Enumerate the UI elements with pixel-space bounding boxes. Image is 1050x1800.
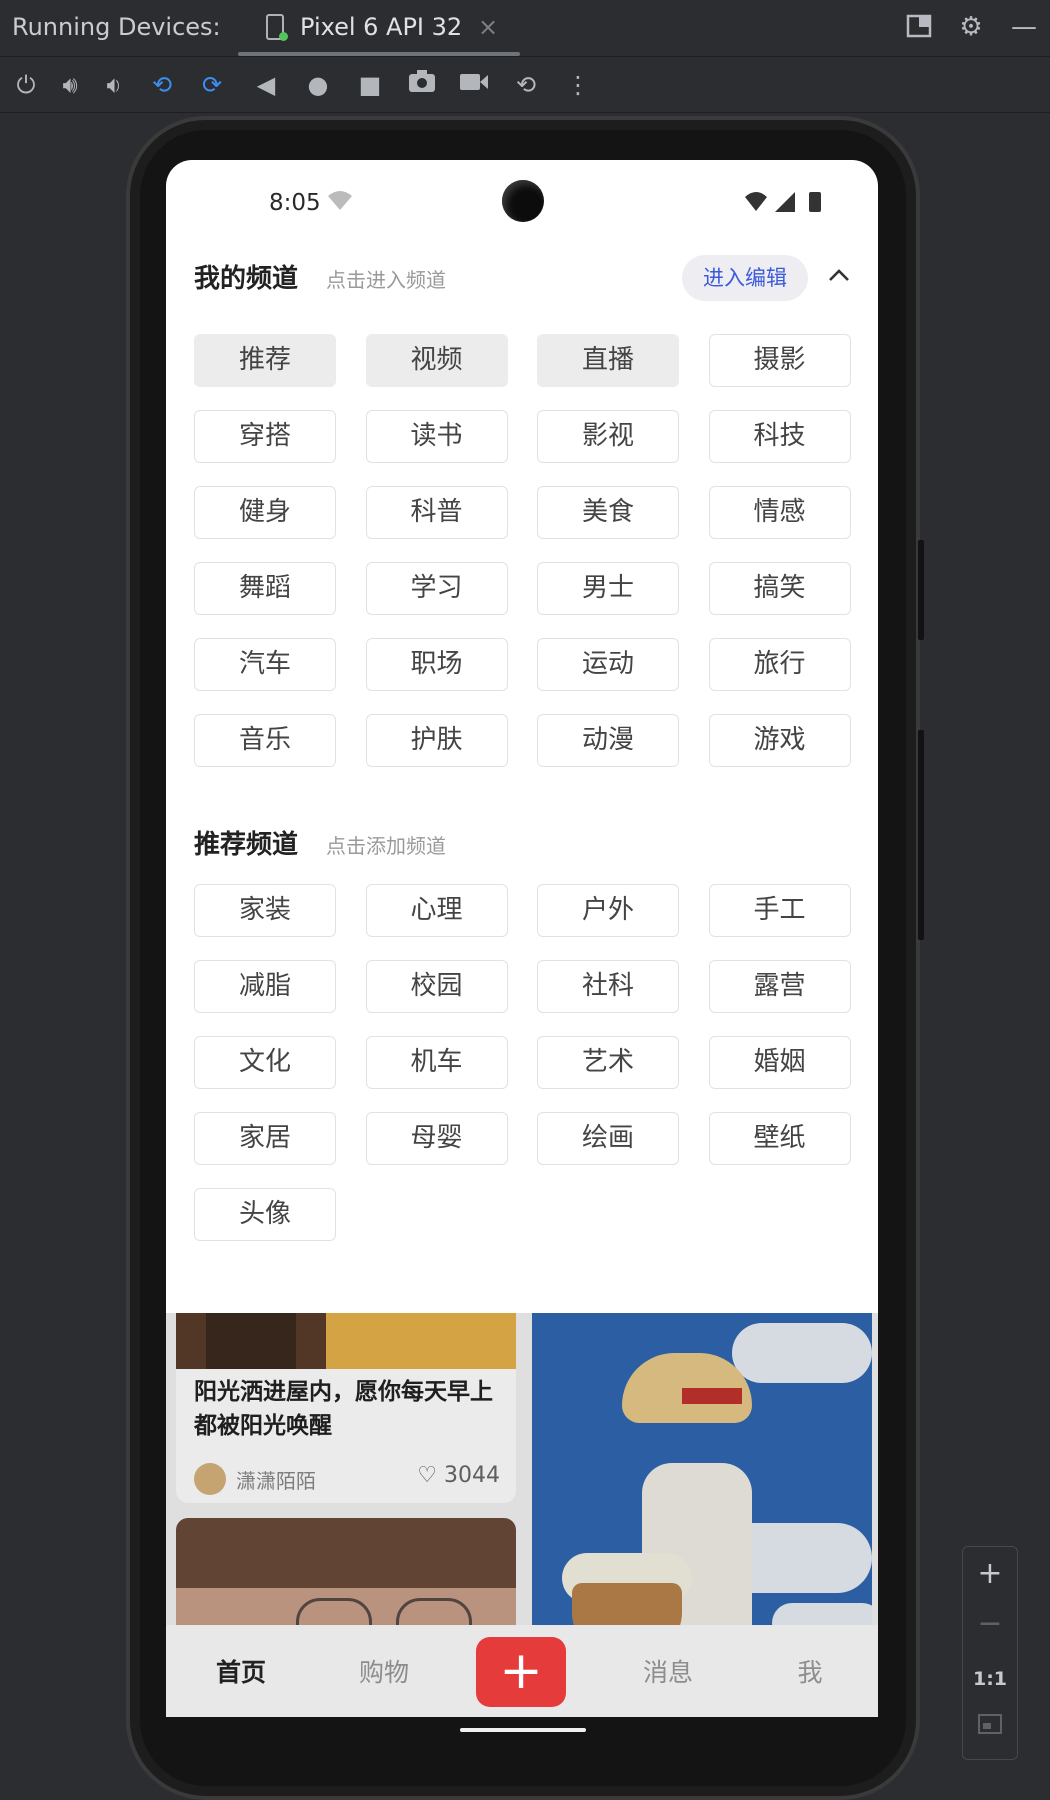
tab-underline — [238, 52, 520, 56]
recommended-channel-chip[interactable]: 户外 — [537, 884, 679, 937]
my-channel-chip[interactable]: 游戏 — [708, 714, 851, 767]
recommended-channels-hint: 点击添加频道 — [326, 834, 446, 858]
power-icon[interactable]: ⏻ — [10, 69, 42, 101]
tab-close-icon[interactable]: × — [478, 13, 498, 41]
enter-edit-button[interactable]: 进入编辑 — [682, 255, 808, 301]
my-channel-chip[interactable]: 职场 — [365, 638, 508, 691]
recommended-channel-chip[interactable]: 头像 — [194, 1188, 336, 1241]
my-channel-chip[interactable]: 学习 — [365, 562, 508, 615]
nav-home[interactable]: 首页 — [191, 1653, 291, 1689]
device-icon — [266, 14, 288, 41]
nav-me[interactable]: 我 — [760, 1653, 860, 1689]
my-channel-chip[interactable]: 男士 — [537, 562, 679, 615]
my-channel-chip[interactable]: 健身 — [194, 486, 336, 539]
my-channel-chip[interactable]: 情感 — [708, 486, 851, 539]
status-time: 8:05 — [269, 190, 321, 216]
recommended-channel-chip[interactable]: 文化 — [194, 1036, 336, 1089]
recommended-channel-chip[interactable]: 心理 — [365, 884, 508, 937]
recommended-channel-chip[interactable]: 壁纸 — [708, 1112, 851, 1165]
zoom-out-button[interactable]: − — [963, 1599, 1017, 1649]
recommended-channel-chip[interactable]: 家装 — [194, 884, 336, 937]
recommended-channel-chip[interactable]: 减脂 — [194, 960, 336, 1013]
overview-icon[interactable]: ■ — [354, 69, 386, 101]
device-tab[interactable]: Pixel 6 API 32 × — [238, 0, 520, 56]
layout-icon[interactable] — [905, 13, 933, 41]
recommended-channel-chip[interactable]: 机车 — [365, 1036, 508, 1089]
rotate-left-icon[interactable]: ⟲ — [146, 69, 178, 101]
gesture-home-bar[interactable] — [460, 1728, 586, 1732]
zoom-actual-size-button[interactable]: 1:1 — [963, 1651, 1017, 1701]
zoom-fit-icon[interactable] — [963, 1701, 1017, 1751]
back-icon[interactable]: ◀ — [250, 69, 282, 101]
battery-icon — [809, 192, 821, 212]
phone-screen: 8:05 我的频道 点击进入频道 进入编辑 推荐 视频 直播 摄影穿搭 读书 影视 科技健身… — [166, 160, 878, 1717]
device-tab-label: Pixel 6 API 32 — [300, 13, 463, 41]
recommended-channel-chip[interactable]: 露营 — [708, 960, 851, 1013]
recommended-channel-chip[interactable]: 母婴 — [365, 1112, 508, 1165]
recommended-channels-title: 推荐频道 — [194, 830, 299, 860]
recommended-channel-chip[interactable]: 社科 — [537, 960, 679, 1013]
my-channel-chip[interactable]: 舞蹈 — [194, 562, 336, 615]
rotate-right-icon[interactable]: ⟳ — [196, 69, 228, 101]
my-channels-title: 我的频道 — [194, 264, 299, 294]
my-channel-chip[interactable]: 视频 — [365, 334, 508, 387]
recommended-channel-chip[interactable]: 手工 — [708, 884, 851, 937]
snapshot-icon[interactable]: ⟲ — [510, 69, 542, 101]
my-channel-chip[interactable]: 科普 — [365, 486, 508, 539]
my-channel-chip[interactable]: 科技 — [708, 410, 851, 463]
wifi-unknown-icon — [326, 190, 354, 217]
zoom-controls: + − 1:1 — [962, 1546, 1018, 1760]
phone-volume-button — [918, 730, 924, 940]
zoom-in-button[interactable]: + — [963, 1549, 1017, 1599]
nav-messages[interactable]: 消息 — [618, 1653, 718, 1689]
my-channel-chip[interactable]: 推荐 — [194, 334, 336, 387]
running-devices-title: Running Devices: — [12, 13, 221, 41]
recommended-channel-chip[interactable]: 家居 — [194, 1112, 336, 1165]
my-channel-chip[interactable]: 穿搭 — [194, 410, 336, 463]
signal-icon — [775, 192, 795, 212]
minimize-icon[interactable]: — — [1010, 13, 1038, 41]
wifi-icon — [745, 192, 767, 211]
my-channel-chip[interactable]: 摄影 — [708, 334, 851, 387]
my-channel-chip[interactable]: 护肤 — [365, 714, 508, 767]
recommended-channel-chip[interactable]: 绘画 — [537, 1112, 679, 1165]
screenshot-icon[interactable] — [406, 69, 438, 101]
my-channel-chip[interactable]: 直播 — [537, 334, 679, 387]
collapse-chevron-icon[interactable] — [826, 264, 852, 290]
phone-power-button — [918, 540, 924, 640]
status-bar: 8:05 — [166, 160, 878, 236]
publish-plus-button[interactable]: + — [476, 1637, 566, 1707]
my-channel-chip[interactable]: 读书 — [365, 410, 508, 463]
recommended-channel-chip[interactable]: 校园 — [365, 960, 508, 1013]
ide-header: Running Devices: Pixel 6 API 32 × ⚙ — — [0, 0, 1050, 57]
my-channel-chip[interactable]: 搞笑 — [708, 562, 851, 615]
bottom-navigation: 首页 购物 + 消息 我 — [166, 1625, 878, 1717]
recommended-channel-chip[interactable]: 艺术 — [537, 1036, 679, 1089]
my-channel-chip[interactable]: 汽车 — [194, 638, 336, 691]
recommended-channel-chip[interactable]: 婚姻 — [708, 1036, 851, 1089]
gear-icon[interactable]: ⚙ — [957, 13, 985, 41]
more-icon[interactable]: ⋮ — [562, 69, 594, 101]
home-icon[interactable]: ● — [302, 69, 334, 101]
device-toolbar: ⏻ 🔊︎ 🔉︎ ⟲ ⟳ ◀ ● ■ ⟲ ⋮ — [0, 57, 1050, 113]
front-camera — [502, 180, 544, 222]
my-channel-chip[interactable]: 动漫 — [537, 714, 679, 767]
volume-up-icon[interactable]: 🔊︎ — [54, 69, 86, 101]
my-channel-chip[interactable]: 音乐 — [194, 714, 336, 767]
volume-down-icon[interactable]: 🔉︎ — [98, 69, 130, 101]
my-channel-chip[interactable]: 运动 — [537, 638, 679, 691]
my-channel-chip[interactable]: 影视 — [537, 410, 679, 463]
my-channel-chip[interactable]: 旅行 — [708, 638, 851, 691]
status-icons — [743, 190, 833, 220]
my-channels-hint: 点击进入频道 — [326, 268, 446, 292]
my-channel-chip[interactable]: 美食 — [537, 486, 679, 539]
screen-record-icon[interactable] — [458, 69, 490, 101]
nav-shop[interactable]: 购物 — [334, 1653, 434, 1689]
